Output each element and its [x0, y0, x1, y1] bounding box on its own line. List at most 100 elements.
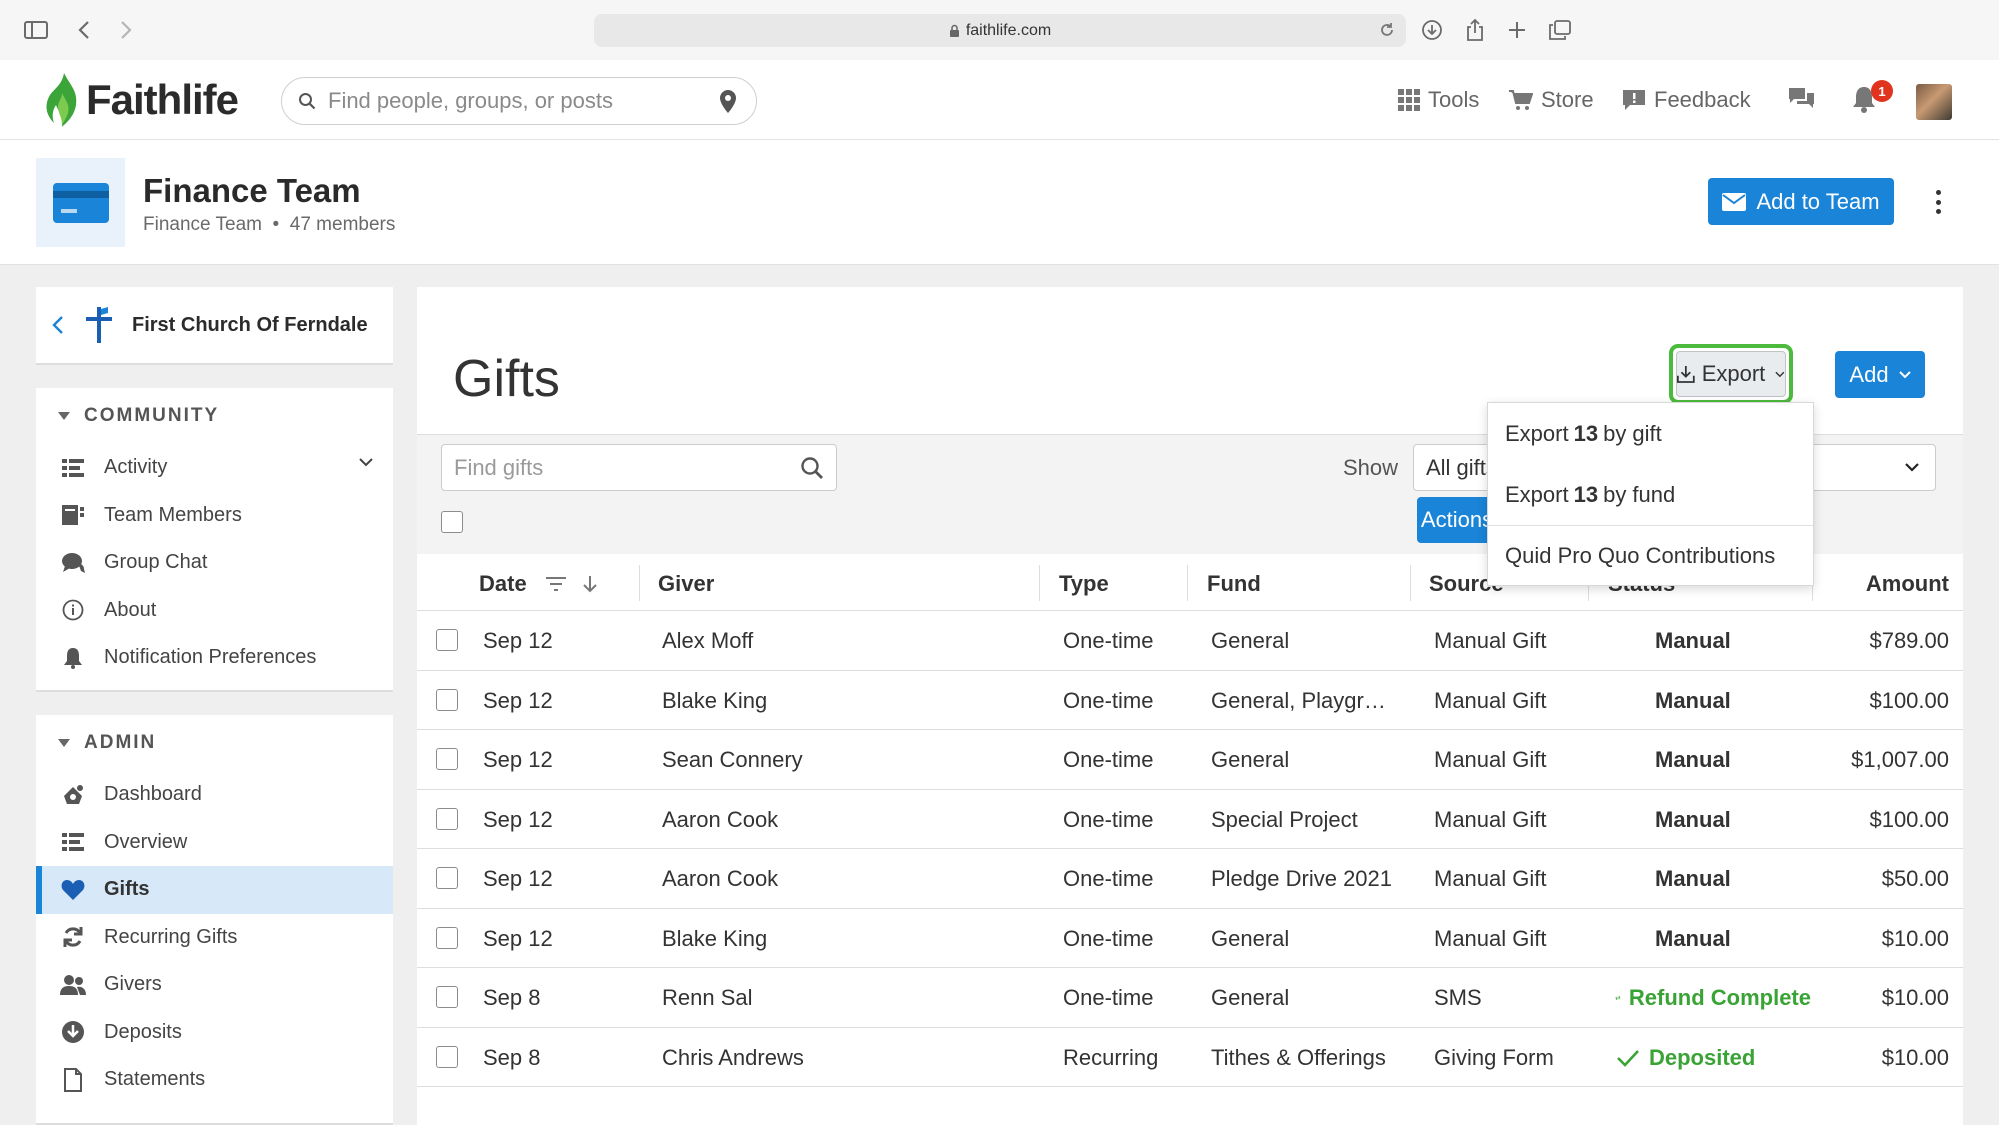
cell-fund: General: [1211, 925, 1290, 951]
cell-date: Sep 12: [483, 687, 553, 713]
sort-down-icon[interactable]: [582, 575, 597, 593]
add-to-team-button[interactable]: Add to Team: [1708, 178, 1894, 225]
cell-fund: Special Project: [1211, 806, 1358, 832]
row-checkbox[interactable]: [436, 986, 458, 1008]
cell-status: Manual: [1655, 806, 1731, 832]
find-gifts-input[interactable]: [454, 454, 784, 481]
sidebar-item-dashboard[interactable]: Dashboard: [36, 771, 393, 819]
table-row[interactable]: Sep 12 Blake King One-time General Manua…: [417, 909, 1963, 968]
sidebar-item-statements[interactable]: Statements: [36, 1056, 393, 1104]
export-by-fund-item[interactable]: Export 13 by fund: [1488, 464, 1813, 525]
cell-date: Sep 8: [483, 985, 541, 1010]
row-checkbox[interactable]: [436, 867, 458, 889]
reload-icon[interactable]: [1378, 21, 1396, 39]
table-row[interactable]: Sep 12 Aaron Cook One-time Special Proje…: [417, 790, 1963, 849]
admin-heading-label: ADMIN: [84, 732, 157, 753]
export-by-gift-item[interactable]: Export 13 by gift: [1488, 403, 1813, 464]
location-pin-icon[interactable]: [718, 89, 738, 115]
team-title: Finance Team: [143, 172, 361, 209]
search-input[interactable]: [328, 88, 708, 114]
row-checkbox[interactable]: [436, 748, 458, 770]
cell-amount: $100.00: [1869, 687, 1949, 713]
cell-giver[interactable]: Aaron Cook: [662, 866, 778, 892]
sidebar-item-group-chat[interactable]: Group Chat: [36, 539, 393, 587]
add-gift-button[interactable]: Add: [1835, 351, 1925, 398]
add-to-team-label: Add to Team: [1756, 188, 1880, 214]
table-row[interactable]: Sep 12 Alex Moffi One-time General Manua…: [417, 611, 1963, 671]
nav-tools[interactable]: Tools: [1398, 87, 1479, 113]
sidebar-item-about[interactable]: About: [36, 587, 393, 635]
column-date[interactable]: Date: [479, 571, 597, 597]
table-row[interactable]: Sep 12 Sean Connery One-time General Man…: [417, 730, 1963, 790]
cell-type: One-time: [1063, 806, 1154, 832]
share-icon[interactable]: [1461, 16, 1489, 44]
search-icon[interactable]: [800, 456, 824, 480]
app-header: Faithlife Tools Store Feedback: [0, 60, 1999, 140]
quid-pro-quo-item[interactable]: Quid Pro Quo Contributions: [1488, 525, 1813, 586]
caret-down-icon: [58, 739, 70, 747]
cell-giver[interactable]: Aaron Cook: [662, 807, 778, 833]
find-gifts-field[interactable]: [441, 444, 837, 491]
address-bar[interactable]: faithlife.com: [594, 14, 1406, 47]
column-giver[interactable]: Giver: [658, 571, 714, 597]
chevron-down-icon[interactable]: [359, 458, 373, 467]
filter-icon[interactable]: [545, 576, 567, 592]
refund-arrows-icon: [1615, 995, 1621, 1001]
export-button[interactable]: Export: [1676, 351, 1786, 397]
row-checkbox[interactable]: [436, 629, 458, 651]
cell-giver[interactable]: Blake King: [662, 926, 767, 952]
cell-amount: $10.00: [1881, 1044, 1949, 1070]
community-heading[interactable]: COMMUNITY: [36, 388, 393, 444]
cell-source: Manual Gift: [1434, 747, 1547, 772]
column-type[interactable]: Type: [1059, 571, 1109, 597]
cell-giver[interactable]: Alex Moffi: [662, 628, 754, 654]
select-all-checkbox[interactable]: [441, 511, 463, 533]
cell-giver[interactable]: Chris Andrews: [662, 1045, 804, 1071]
sidebar-item-recurring-gifts[interactable]: Recurring Gifts: [36, 914, 393, 962]
row-checkbox[interactable]: [436, 926, 458, 949]
faithlife-logo[interactable]: Faithlife: [44, 71, 239, 129]
user-avatar[interactable]: [1916, 84, 1952, 120]
row-checkbox[interactable]: [436, 688, 458, 711]
dashboard-icon: [60, 782, 86, 808]
sidebar-item-activity[interactable]: Activity: [36, 444, 393, 492]
messages-icon[interactable]: [1786, 85, 1824, 113]
church-card[interactable]: First Church Of Ferndale: [36, 287, 393, 365]
nav-tools-label: Tools: [1428, 87, 1480, 112]
tab-overview-icon[interactable]: [1546, 16, 1574, 44]
row-checkbox[interactable]: [436, 1045, 458, 1068]
cell-giver[interactable]: Renn Sal: [662, 985, 753, 1011]
back-arrow-icon[interactable]: [70, 16, 98, 44]
sidebar-item-overview[interactable]: Overview: [36, 819, 393, 867]
sidebar-item-deposits[interactable]: Deposits: [36, 1009, 393, 1057]
sidebar-item-gifts[interactable]: Gifts: [36, 866, 393, 914]
sidebar-item-givers[interactable]: Givers: [36, 961, 393, 1009]
recurring-icon: [60, 924, 86, 950]
sidebar-item-label: Gifts: [104, 878, 150, 901]
admin-heading[interactable]: ADMIN: [36, 715, 393, 771]
row-checkbox[interactable]: [436, 807, 458, 830]
url-text: faithlife.com: [965, 21, 1052, 39]
global-search[interactable]: [281, 77, 757, 125]
table-row[interactable]: Sep 8 Renn Sal One-time General SMS Refu…: [417, 968, 1963, 1028]
nav-store[interactable]: Store: [1509, 87, 1594, 113]
table-row[interactable]: Sep 8 Chris Andrews Recurring Tithes & O…: [417, 1028, 1963, 1087]
download-icon[interactable]: [1418, 16, 1446, 44]
table-row[interactable]: Sep 12 Aaron Cook One-time Pledge Drive …: [417, 849, 1963, 909]
more-options-icon[interactable]: [1928, 186, 1948, 218]
new-tab-icon[interactable]: [1503, 16, 1531, 44]
nav-store-label: Store: [1541, 87, 1594, 112]
forward-arrow-icon[interactable]: [112, 16, 140, 44]
cell-type: One-time: [1063, 628, 1154, 653]
cell-giver[interactable]: Blake King: [662, 688, 767, 714]
sidebar-toggle-icon[interactable]: [22, 16, 50, 44]
chevron-left-icon[interactable]: [52, 315, 64, 335]
sidebar-item-notification-preferences[interactable]: Notification Preferences: [36, 634, 393, 682]
nav-feedback[interactable]: Feedback: [1622, 87, 1751, 113]
column-fund[interactable]: Fund: [1207, 571, 1261, 597]
column-amount[interactable]: Amount: [1866, 571, 1949, 597]
sidebar-item-team-members[interactable]: Team Members: [36, 492, 393, 540]
feedback-icon: [1623, 90, 1645, 110]
table-row[interactable]: Sep 12 Blake King One-time General, Play…: [417, 671, 1963, 730]
cell-giver[interactable]: Sean Connery: [662, 747, 803, 773]
